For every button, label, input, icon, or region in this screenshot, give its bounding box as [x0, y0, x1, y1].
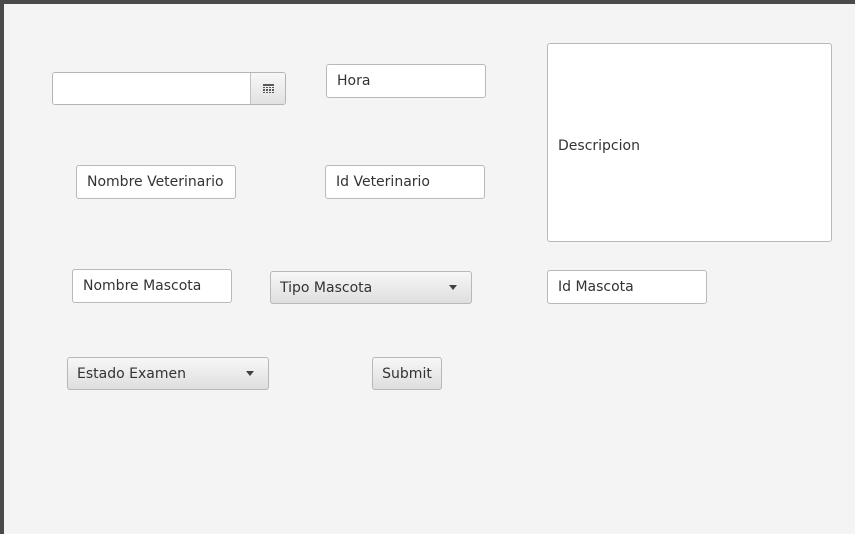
- id-mascota-field[interactable]: Id Mascota: [547, 270, 707, 304]
- chevron-down-icon: [246, 371, 254, 376]
- tipo-mascota-selected: Tipo Mascota: [280, 279, 373, 296]
- nombre-veterinario-field[interactable]: Nombre Veterinario: [76, 165, 236, 199]
- calendar-icon: [262, 84, 274, 93]
- date-picker-button[interactable]: [250, 73, 285, 104]
- app-window: Hora Descripcion Nombre Veterinario Id V…: [0, 0, 855, 534]
- estado-examen-combo[interactable]: Estado Examen: [67, 357, 269, 390]
- nombre-mascota-field[interactable]: Nombre Mascota: [72, 269, 232, 303]
- id-veterinario-field[interactable]: Id Veterinario: [325, 165, 485, 199]
- date-input[interactable]: [53, 73, 250, 104]
- date-picker[interactable]: [52, 72, 286, 105]
- estado-examen-selected: Estado Examen: [77, 365, 186, 382]
- chevron-down-icon: [449, 285, 457, 290]
- hora-field[interactable]: Hora: [326, 64, 486, 98]
- tipo-mascota-combo[interactable]: Tipo Mascota: [270, 271, 472, 304]
- descripcion-textarea[interactable]: Descripcion: [547, 43, 832, 242]
- submit-button[interactable]: Submit: [372, 357, 442, 390]
